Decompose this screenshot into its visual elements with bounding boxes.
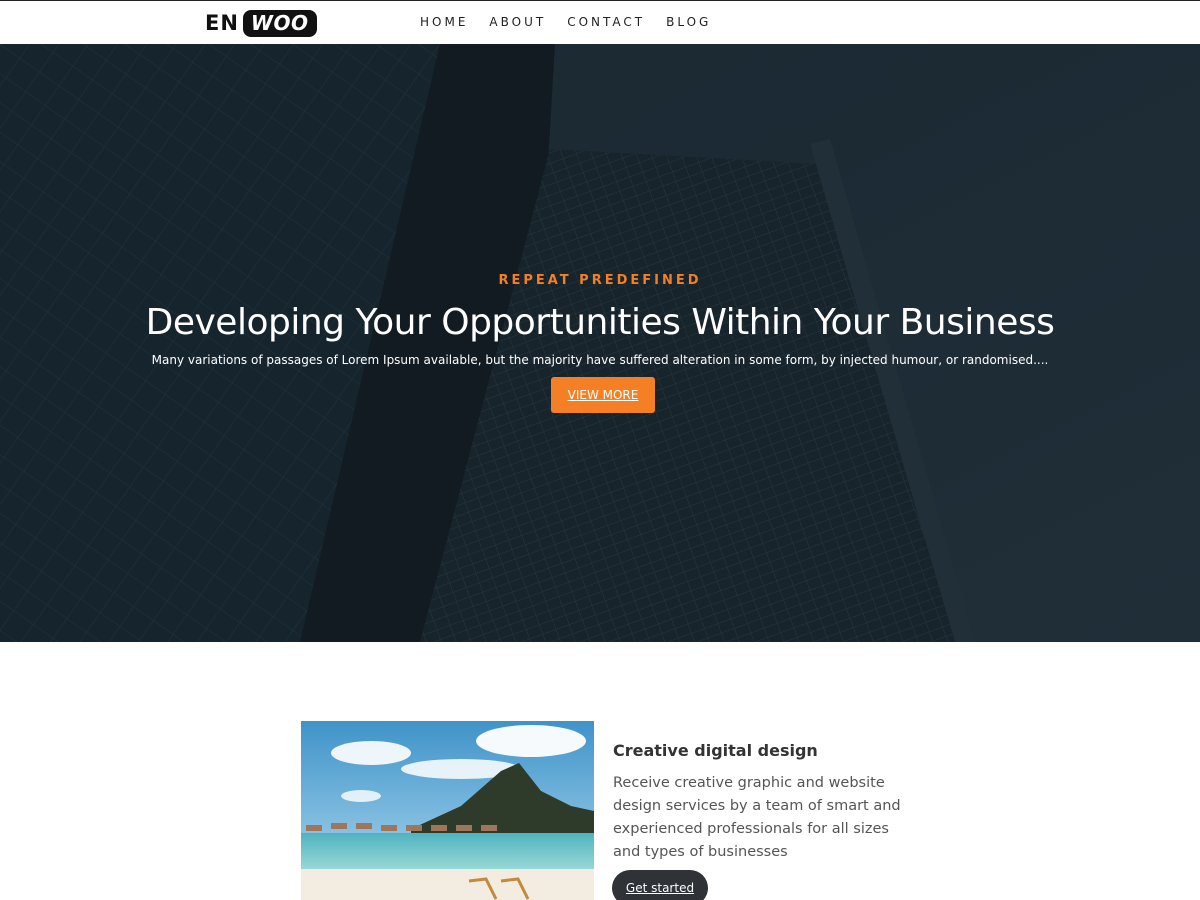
hero-subtitle: Many variations of passages of Lorem Ips… [151,353,1049,367]
site-logo[interactable]: EN WOO [205,9,317,37]
site-header: EN WOO HOME ABOUT CONTACT BLOG [0,0,1200,44]
nav-contact-link[interactable]: CONTACT [567,15,645,29]
hero-content: REPEAT PREDEFINED Developing Your Opport… [0,44,1200,642]
hero-eyebrow: REPEAT PREDEFINED [498,273,702,288]
nav-blog-link[interactable]: BLOG [666,15,711,29]
feature-title: Creative digital design [613,741,818,760]
feature-description: Receive creative graphic and website des… [613,775,901,860]
get-started-button[interactable]: Get started [612,870,708,900]
view-more-button[interactable]: VIEW MORE [551,377,655,413]
logo-text-woo: WOO [242,9,317,37]
logo-text-en: EN [205,11,239,35]
hero-banner: REPEAT PREDEFINED Developing Your Opport… [0,44,1200,642]
nav-about-link[interactable]: ABOUT [489,15,546,29]
main-nav: HOME ABOUT CONTACT BLOG [420,15,732,29]
nav-home-link[interactable]: HOME [420,15,468,29]
feature-image-beach [301,721,594,900]
hero-title: Developing Your Opportunities Within You… [145,302,1055,343]
